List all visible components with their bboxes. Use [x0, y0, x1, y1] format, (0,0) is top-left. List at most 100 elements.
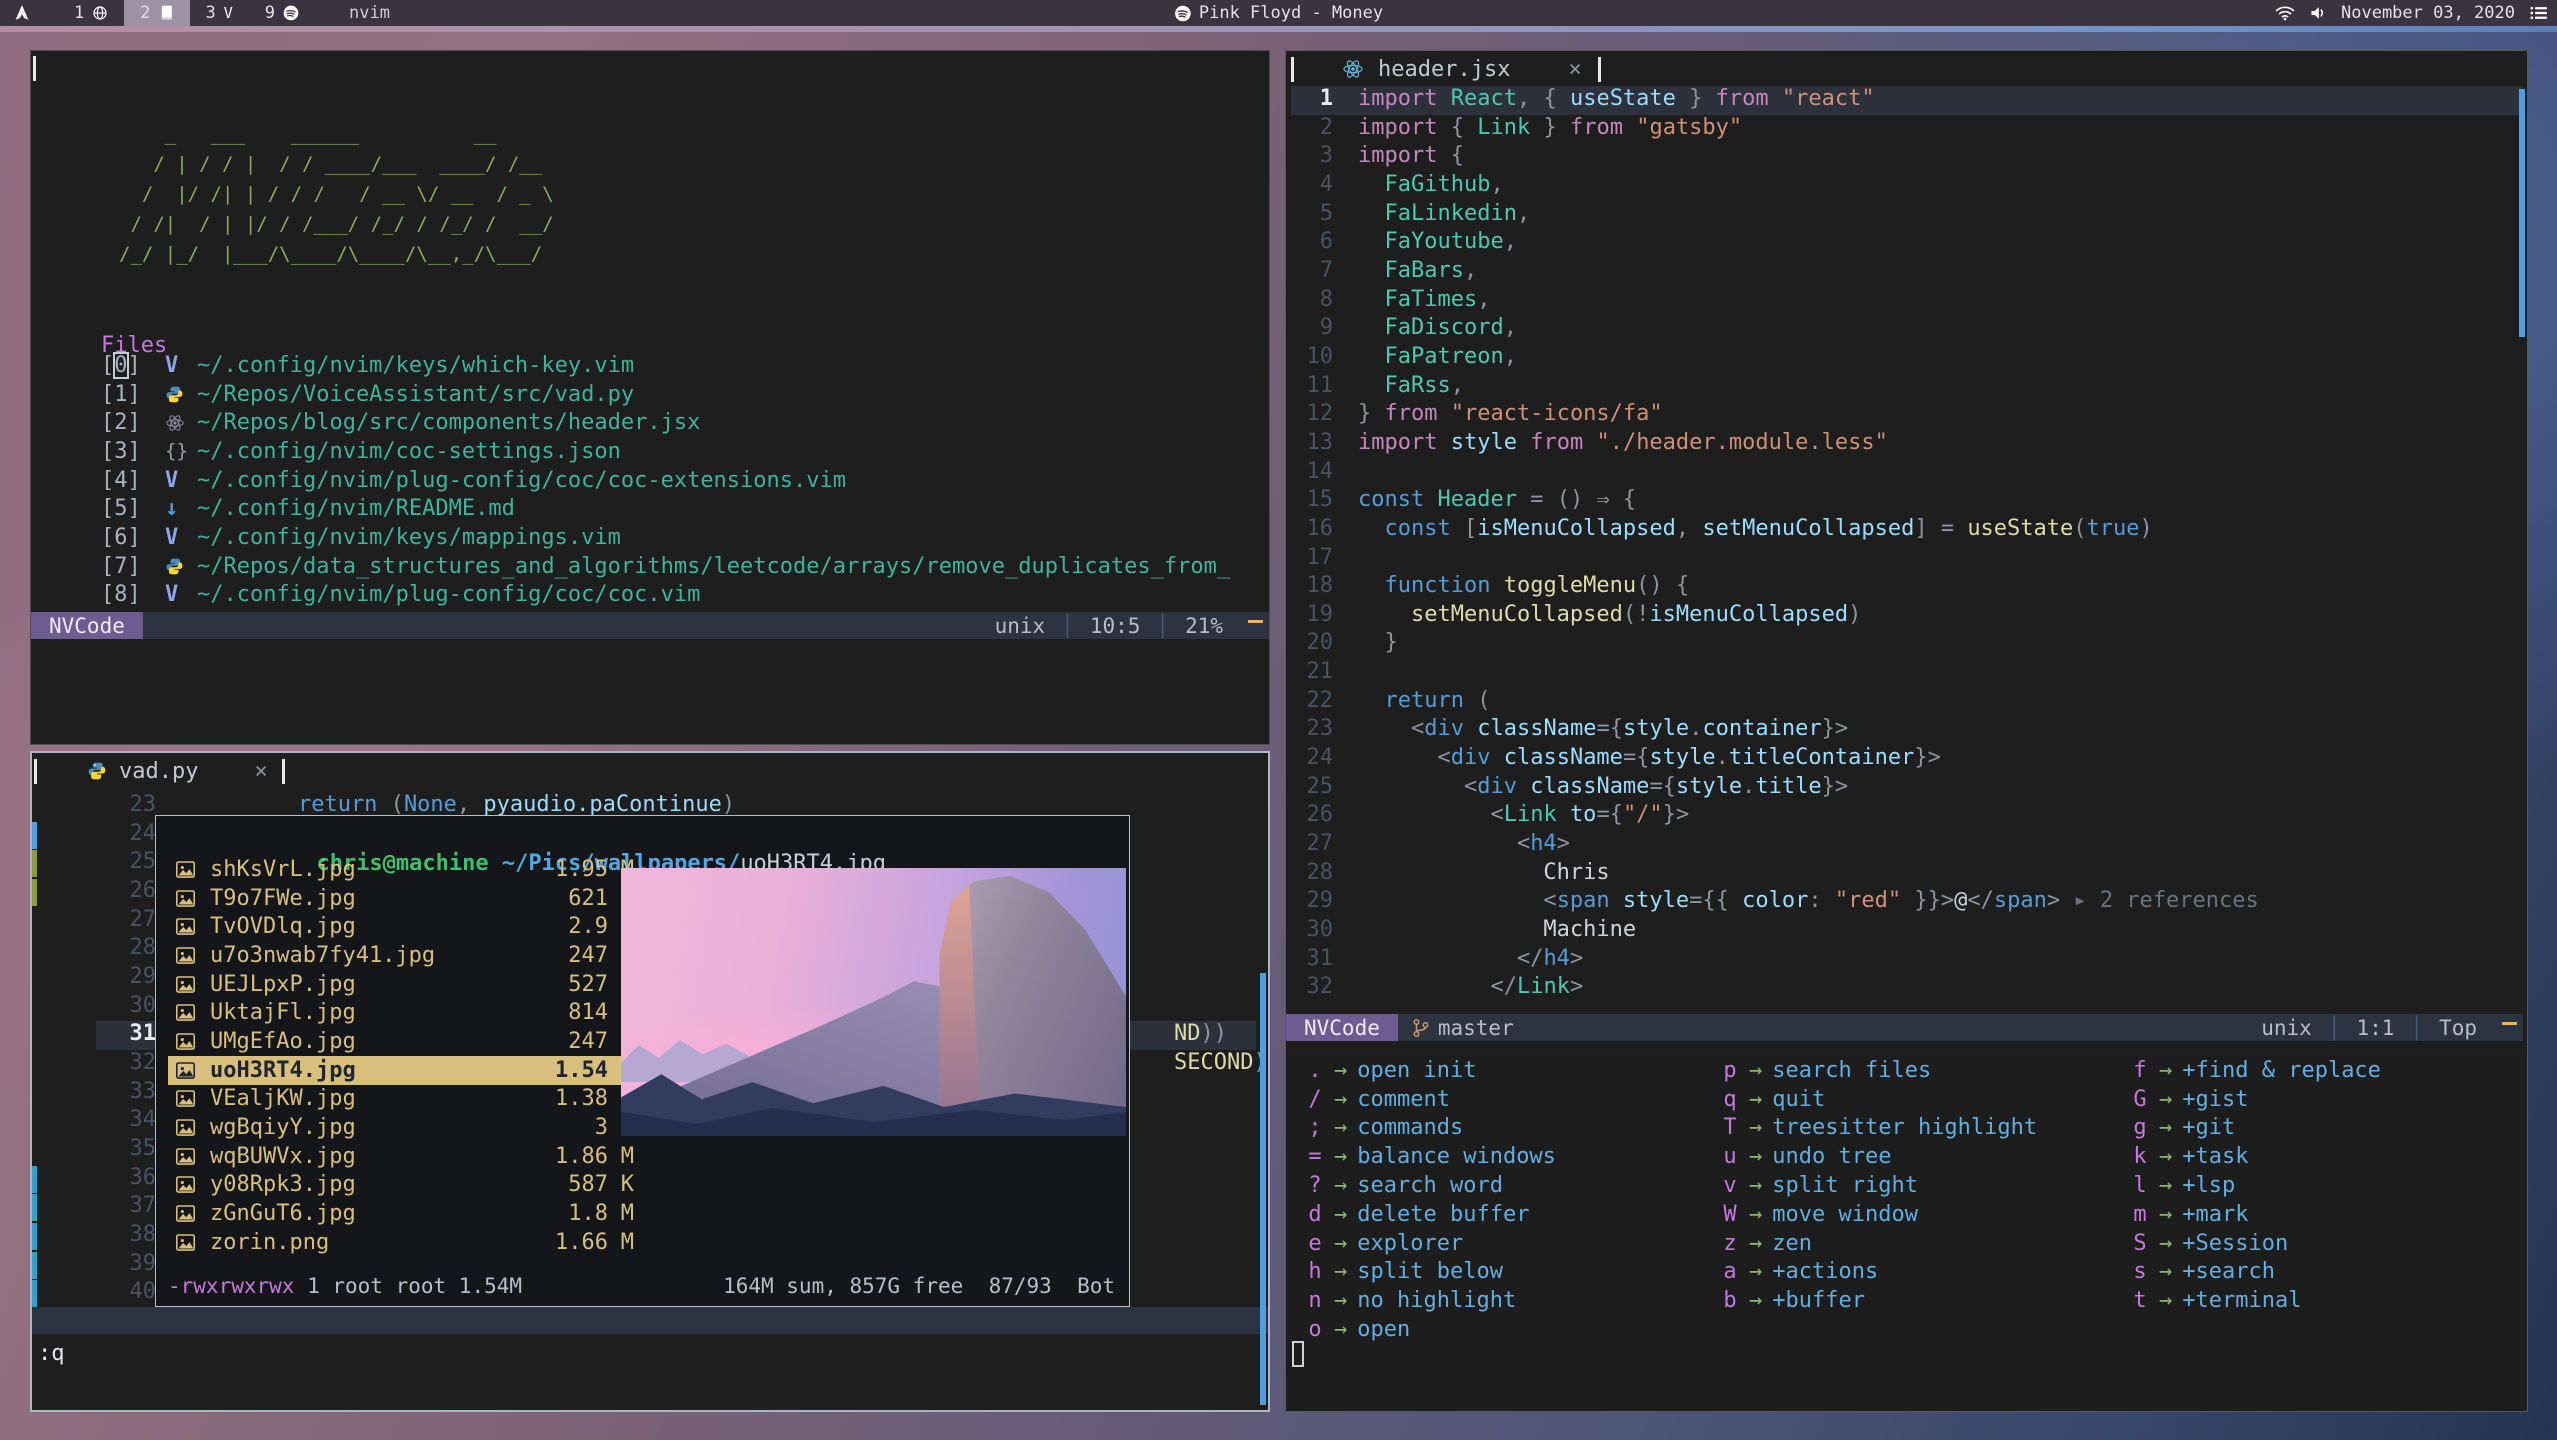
whichkey-item[interactable]: a→+actions [1723, 1258, 2037, 1287]
file-manager-popup[interactable]: chris@machine ~/Pics/wallpapers/uoH3RT4.… [155, 815, 1130, 1307]
wifi-icon[interactable] [2275, 5, 2295, 21]
whichkey-item[interactable]: q→quit [1723, 1085, 2037, 1114]
code-line[interactable]: 13import style from "./header.module.les… [1291, 430, 2523, 459]
code-line[interactable]: 23 <div className={style.container}> [1291, 716, 2523, 745]
recent-file-item[interactable]: [2]~/Repos/blog/src/components/header.js… [101, 408, 1263, 437]
whichkey-item[interactable]: o→open [1308, 1315, 1556, 1344]
code-line[interactable]: 24 <div className={style.titleContainer}… [1291, 745, 2523, 774]
scrollbar[interactable] [2519, 89, 2525, 337]
nvim-start-window[interactable]: _ ___ ______ __ / | / / | / / ____/___ _… [30, 50, 1270, 745]
code-line[interactable]: 30 Machine [1291, 917, 2523, 946]
code-line[interactable]: 2import { Link } from "gatsby" [1291, 115, 2523, 144]
whichkey-item[interactable]: h→split below [1308, 1258, 1556, 1287]
whichkey-item[interactable]: n→no highlight [1308, 1286, 1556, 1315]
whichkey-item[interactable]: d→delete buffer [1308, 1200, 1556, 1229]
workspace-9[interactable]: 9 [249, 0, 315, 26]
wallpaper-file-row[interactable]: zGnGuT6.jpg1.8M [168, 1199, 642, 1228]
code-line[interactable]: 26 <Link to={"/"}> [1291, 802, 2523, 831]
volume-icon[interactable] [2309, 5, 2327, 21]
code-line[interactable]: 18 function toggleMenu() { [1291, 573, 2523, 602]
tab-close-icon[interactable]: × [254, 759, 267, 784]
menu-icon[interactable] [2529, 5, 2549, 21]
whichkey-item[interactable]: ?→search word [1308, 1171, 1556, 1200]
code-line[interactable]: 10 FaPatreon, [1291, 344, 2523, 373]
code-line[interactable]: 11 FaRss, [1291, 373, 2523, 402]
wallpaper-file-row[interactable]: VEaljKW.jpg1.38M [168, 1085, 642, 1114]
whichkey-item[interactable]: S→+Session [2133, 1229, 2381, 1258]
code-line[interactable]: 22 return ( [1291, 688, 2523, 717]
whichkey-item[interactable]: p→search files [1723, 1056, 2037, 1085]
wallpaper-file-row[interactable]: uoH3RT4.jpg1.54M [168, 1056, 642, 1085]
recent-file-item[interactable]: [8]V~/.config/nvim/plug-config/coc/coc.v… [101, 581, 1263, 610]
wallpaper-file-row[interactable]: UMgEfAo.jpg247K [168, 1027, 642, 1056]
whichkey-item[interactable]: t→+terminal [2133, 1286, 2381, 1315]
whichkey-item[interactable]: T→treesitter highlight [1723, 1114, 2037, 1143]
tab-header-label[interactable]: header.jsx [1378, 57, 1510, 82]
git-branch[interactable]: master [1398, 1014, 1528, 1041]
code-line[interactable]: 4 FaGithub, [1291, 172, 2523, 201]
workspace-3[interactable]: 3V [190, 0, 249, 26]
code-line[interactable]: 12} from "react-icons/fa" [1291, 401, 2523, 430]
wallpaper-file-row[interactable]: u7o3nwab7fy41.jpg247K [168, 941, 642, 970]
whichkey-item[interactable]: /→comment [1308, 1085, 1556, 1114]
header-code-area[interactable]: 1import React, { useState } from "react"… [1291, 86, 2523, 1003]
scrollbar[interactable] [1260, 973, 1266, 1405]
recent-file-item[interactable]: [1]~/Repos/VoiceAssistant/src/vad.py [101, 380, 1263, 409]
workspace-2[interactable]: 2 [124, 0, 189, 26]
whichkey-item[interactable]: u→undo tree [1723, 1142, 2037, 1171]
code-line[interactable]: 6 FaYoutube, [1291, 229, 2523, 258]
whichkey-item[interactable]: m→+mark [2133, 1200, 2381, 1229]
wallpaper-file-row[interactable]: UktajFl.jpg814K [168, 998, 642, 1027]
code-line[interactable]: 20 } [1291, 630, 2523, 659]
recent-file-item[interactable]: [7]~/Repos/data_structures_and_algorithm… [101, 552, 1263, 581]
now-playing[interactable]: Pink Floyd - Money [1174, 0, 1383, 26]
code-line[interactable]: 29 <span style={{ color: "red" }}>@</spa… [1291, 888, 2523, 917]
code-line[interactable]: 15const Header = () ⇒ { [1291, 487, 2523, 516]
wallpaper-file-row[interactable]: shKsVrL.jpg1.95M [168, 855, 642, 884]
recent-file-item[interactable]: [4]V~/.config/nvim/plug-config/coc/coc-e… [101, 466, 1263, 495]
code-line[interactable]: 8 FaTimes, [1291, 287, 2523, 316]
whichkey-item[interactable]: v→split right [1723, 1171, 2037, 1200]
whichkey-item[interactable]: k→+task [2133, 1142, 2381, 1171]
command-line[interactable]: :q [38, 1341, 65, 1366]
whichkey-item[interactable]: b→+buffer [1723, 1286, 2037, 1315]
code-line[interactable]: 3import { [1291, 143, 2523, 172]
header-editor-window[interactable]: header.jsx × 1import React, { useState }… [1285, 50, 2528, 1412]
code-line[interactable]: 28 Chris [1291, 860, 2523, 889]
whichkey-item[interactable]: z→zen [1723, 1229, 2037, 1258]
whichkey-item[interactable]: g→+git [2133, 1114, 2381, 1143]
whichkey-item[interactable]: s→+search [2133, 1258, 2381, 1287]
clock-date[interactable]: November 03, 2020 [2341, 3, 2515, 23]
vad-editor-window[interactable]: vad.py × 23 return (None, pyaudio.paCont… [30, 751, 1270, 1412]
tab-vad-label[interactable]: vad.py [119, 759, 198, 784]
wallpaper-file-row[interactable]: zorin.png1.66M [168, 1228, 642, 1257]
code-line[interactable]: 16 const [isMenuCollapsed, setMenuCollap… [1291, 516, 2523, 545]
whichkey-item[interactable]: e→explorer [1308, 1229, 1556, 1258]
wallpaper-file-row[interactable]: wgBqiyY.jpg3M [168, 1113, 642, 1142]
code-line[interactable]: 17 [1291, 545, 2523, 574]
wallpaper-file-row[interactable]: wqBUWVx.jpg1.86M [168, 1142, 642, 1171]
wallpaper-file-row[interactable]: TvOVDlq.jpg2.9M [168, 912, 642, 941]
recent-file-item[interactable]: [3]{}~/.config/nvim/coc-settings.json [101, 437, 1263, 466]
code-line[interactable]: 27 <h4> [1291, 831, 2523, 860]
code-line[interactable]: 32 </Link> [1291, 974, 2523, 1003]
code-line[interactable]: 25 <div className={style.title}> [1291, 774, 2523, 803]
code-line[interactable]: 14 [1291, 459, 2523, 488]
code-line[interactable]: 1import React, { useState } from "react" [1291, 86, 2523, 115]
code-line[interactable]: 19 setMenuCollapsed(!isMenuCollapsed) [1291, 602, 2523, 631]
whichkey-item[interactable]: f→+find & replace [2133, 1056, 2381, 1085]
whichkey-item[interactable]: G→+gist [2133, 1085, 2381, 1114]
wallpaper-file-row[interactable]: T9o7FWe.jpg621K [168, 884, 642, 913]
workspace-1[interactable]: 1 [58, 0, 124, 26]
wallpaper-file-row[interactable]: UEJLpxP.jpg527K [168, 970, 642, 999]
code-line[interactable]: 7 FaBars, [1291, 258, 2523, 287]
tab-close-icon[interactable]: × [1568, 57, 1581, 82]
recent-file-item[interactable]: [5]↓~/.config/nvim/README.md [101, 494, 1263, 523]
code-line[interactable]: 31 </h4> [1291, 946, 2523, 975]
whichkey-item[interactable]: =→balance windows [1308, 1142, 1556, 1171]
whichkey-item[interactable]: ;→commands [1308, 1114, 1556, 1143]
whichkey-item[interactable]: .→open init [1308, 1056, 1556, 1085]
whichkey-item[interactable]: l→+lsp [2133, 1171, 2381, 1200]
whichkey-item[interactable]: W→move window [1723, 1200, 2037, 1229]
recent-file-item[interactable]: [0]V~/.config/nvim/keys/which-key.vim [101, 351, 1263, 380]
